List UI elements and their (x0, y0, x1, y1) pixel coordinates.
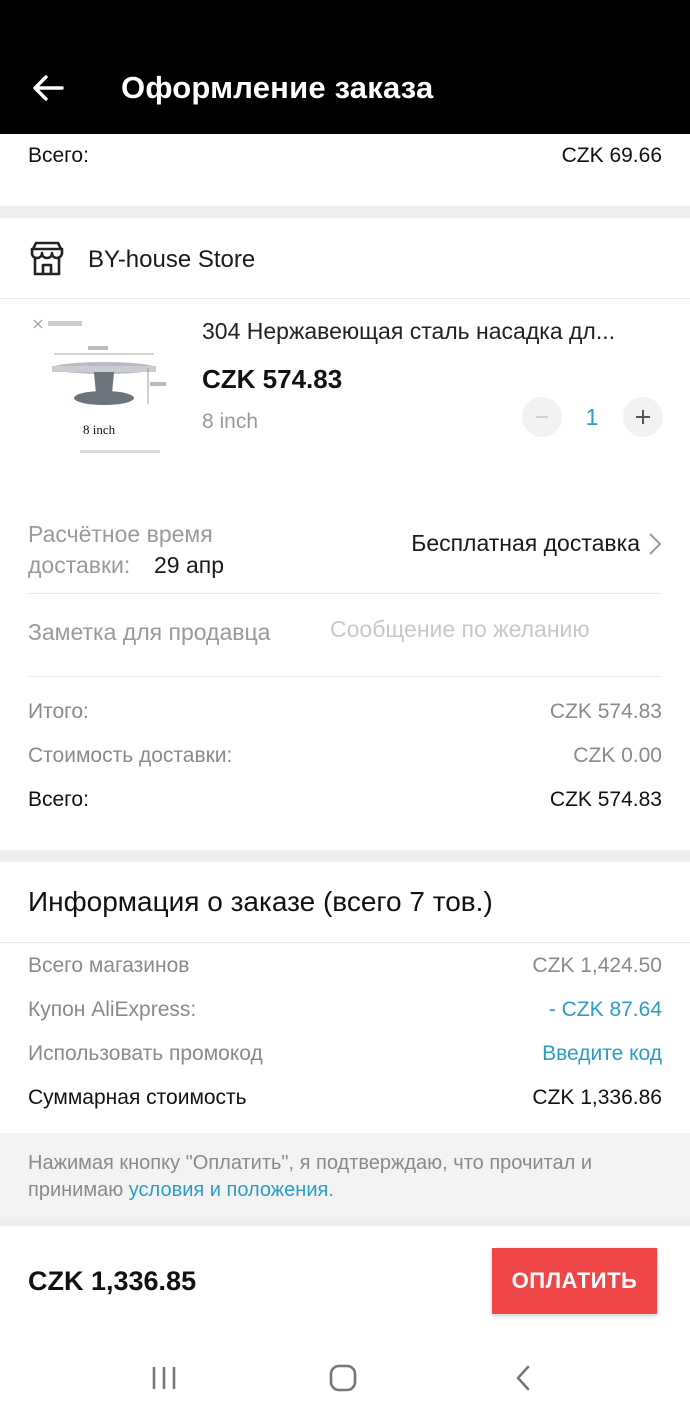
plus-icon (636, 410, 650, 424)
store-total-label: Всего: (28, 788, 89, 811)
image-caption: 8 inch (83, 422, 116, 437)
delivery-date: 29 апр (154, 552, 225, 578)
shipping-method-link[interactable]: Бесплатная доставка (411, 530, 662, 557)
top-app-bar: Оформление заказа (0, 0, 690, 134)
product-variant[interactable]: 8 inch (202, 410, 258, 434)
arrow-left-icon (33, 75, 64, 101)
promo-code-label: Использовать промокод (28, 1042, 263, 1065)
chevron-right-icon (649, 532, 662, 555)
product-image[interactable]: 8 inch (28, 312, 178, 462)
quantity-value: 1 (585, 404, 599, 430)
divider (0, 942, 690, 943)
product-title[interactable]: 304 Нержавеющая сталь насадка дл... (202, 318, 664, 345)
order-info-title: Информация о заказе (всего 7 тов.) (28, 886, 493, 917)
store-icon (30, 241, 64, 276)
seller-note-input[interactable] (330, 616, 660, 643)
store-name[interactable]: BY-house Store (88, 246, 255, 274)
subtotal-value: CZK 574.83 (549, 700, 662, 723)
back-chevron-icon (516, 1365, 530, 1391)
recents-button[interactable] (144, 1358, 184, 1398)
stores-total-value: CZK 1,424.50 (532, 954, 662, 977)
subtotal-label: Итого: (28, 700, 89, 723)
shipping-cost-label: Стоимость доставки: (28, 744, 233, 767)
page-title: Оформление заказа (121, 70, 434, 105)
prev-total-label: Всего: (28, 144, 89, 167)
minus-icon (536, 416, 548, 418)
system-back-button[interactable] (503, 1358, 543, 1398)
terms-link[interactable]: условия и положения (129, 1179, 329, 1201)
quantity-increase-button[interactable] (623, 397, 663, 437)
prev-total-value: CZK 69.66 (561, 144, 662, 167)
grand-total-value: CZK 1,336.86 (532, 1086, 662, 1109)
grand-total-label: Суммарная стоимость (28, 1086, 247, 1109)
divider (28, 593, 662, 594)
cake-stand-illustration: 8 inch (33, 319, 166, 453)
product-price: CZK 574.83 (202, 364, 343, 394)
terms-end: . (328, 1179, 334, 1201)
delivery-estimate: Расчётное время доставки: 29 апр (28, 519, 258, 581)
seller-note-label: Заметка для продавца (28, 619, 271, 645)
home-button[interactable] (323, 1358, 363, 1398)
divider (28, 676, 662, 677)
prev-store-summary: Всего: CZK 69.66 (0, 134, 690, 206)
stores-total-label: Всего магазинов (28, 954, 190, 977)
terms-notice: Нажимая кнопку "Оплатить", я подтверждаю… (0, 1133, 690, 1217)
recents-icon (152, 1367, 176, 1389)
pay-button[interactable]: ОПЛАТИТЬ (492, 1248, 657, 1314)
checkout-total: CZK 1,336.85 (28, 1266, 197, 1296)
back-button[interactable] (28, 68, 68, 108)
coupon-label: Купон AliExpress: (28, 998, 197, 1021)
coupon-value[interactable]: - CZK 87.64 (549, 998, 662, 1022)
shipping-method: Бесплатная доставка (411, 530, 640, 556)
divider (0, 298, 690, 299)
home-icon (329, 1364, 357, 1392)
enter-promo-code-link[interactable]: Введите код (542, 1042, 662, 1066)
shipping-cost-value: CZK 0.00 (573, 744, 662, 767)
store-total-value: CZK 574.83 (549, 788, 662, 811)
quantity-decrease-button[interactable] (522, 397, 562, 437)
